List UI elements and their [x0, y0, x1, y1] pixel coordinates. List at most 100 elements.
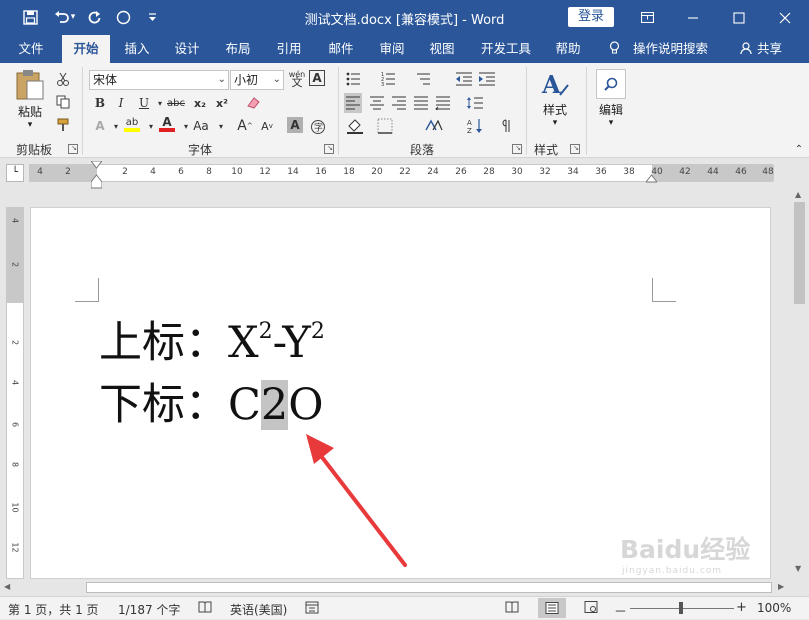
doc-line-subscript[interactable]: 下标：C2O	[99, 370, 324, 432]
login-button[interactable]: 登录	[568, 7, 614, 27]
align-left-icon[interactable]	[344, 93, 362, 113]
bold-button[interactable]: B	[91, 93, 109, 113]
align-right-icon[interactable]	[390, 93, 408, 113]
highlight-button[interactable]: ab	[123, 114, 141, 134]
paste-button[interactable]: 粘贴 ▾	[10, 69, 50, 130]
copy-icon[interactable]	[54, 92, 72, 112]
zoom-slider-thumb[interactable]	[679, 602, 683, 614]
clear-formatting-icon[interactable]	[244, 93, 262, 113]
shading-icon[interactable]	[346, 116, 364, 136]
multilevel-list-icon[interactable]	[416, 69, 434, 89]
close-icon[interactable]	[762, 0, 808, 35]
tab-references[interactable]: 引用	[268, 35, 310, 63]
tab-help[interactable]: 帮助	[547, 35, 589, 63]
ruler-tick-label: 2	[10, 261, 20, 268]
grow-font-button[interactable]: A ^	[236, 116, 254, 136]
print-layout-icon[interactable]	[538, 598, 566, 618]
tab-view[interactable]: 视图	[421, 35, 463, 63]
tab-mailings[interactable]: 邮件	[320, 35, 362, 63]
ribbon-display-icon[interactable]	[624, 0, 670, 35]
share-button[interactable]: 共享	[736, 35, 786, 63]
proofing-icon[interactable]	[198, 601, 212, 616]
circle-icon[interactable]	[111, 6, 135, 28]
svg-text:A: A	[541, 70, 561, 99]
cut-icon[interactable]	[54, 69, 72, 89]
crop-mark	[75, 278, 99, 302]
document-page[interactable]: 上标：X2-Y2 下标：C2O	[30, 207, 771, 579]
vertical-scroll-thumb[interactable]	[794, 202, 805, 304]
font-launcher-icon[interactable]: ↘	[324, 144, 334, 154]
char-shading-icon[interactable]: A	[287, 117, 303, 133]
show-marks-icon[interactable]	[498, 116, 516, 136]
change-case-button[interactable]: Aa	[192, 116, 210, 136]
save-icon[interactable]	[18, 6, 42, 28]
horizontal-ruler[interactable]: 4 2 2 4 6 8 10 12 14 16 18 20 22 24 26 28 30 32 34 36 38 40 42…	[29, 164, 774, 182]
superscript-button[interactable]: x²	[213, 93, 231, 113]
language-indicator[interactable]: 英语(美国)	[230, 601, 287, 618]
sort-icon[interactable]: AZ	[466, 116, 484, 136]
customize-icon[interactable]	[140, 6, 164, 28]
vertical-scrollbar[interactable]: ▲ ▼	[791, 188, 809, 579]
format-painter-icon[interactable]	[54, 115, 72, 135]
clipboard-launcher-icon[interactable]: ↘	[68, 144, 78, 154]
tab-home[interactable]: 开始	[62, 35, 110, 63]
scroll-left-icon[interactable]: ◀	[4, 582, 10, 591]
scroll-down-icon[interactable]: ▼	[795, 564, 801, 573]
align-center-icon[interactable]	[368, 93, 386, 113]
zoom-out-button[interactable]: －	[614, 601, 627, 620]
shrink-font-button[interactable]: Av	[258, 116, 276, 136]
justify-icon[interactable]	[412, 93, 430, 113]
scroll-right-icon[interactable]: ▶	[778, 582, 784, 591]
vertical-ruler[interactable]: 4 2 2 4 6 8 10 12	[6, 207, 24, 579]
numbering-icon[interactable]: 123	[381, 69, 399, 89]
accessibility-icon[interactable]	[305, 601, 319, 617]
paragraph-launcher-icon[interactable]: ↘	[512, 144, 522, 154]
page-count[interactable]: 第 1 页，共 1 页	[8, 601, 99, 618]
horizontal-scrollbar[interactable]: ◀ ▶	[0, 579, 791, 596]
maximize-icon[interactable]	[716, 0, 762, 35]
tab-design[interactable]: 设计	[166, 35, 208, 63]
italic-button[interactable]: I	[112, 93, 130, 113]
zoom-in-button[interactable]: +	[736, 600, 747, 615]
decrease-indent-icon[interactable]	[455, 69, 473, 89]
bullets-icon[interactable]	[346, 69, 364, 89]
tab-review[interactable]: 审阅	[371, 35, 413, 63]
font-color-button[interactable]: A	[158, 114, 176, 134]
font-name-combo[interactable]: 宋体 ⌄	[89, 70, 229, 90]
tab-developer[interactable]: 开发工具	[475, 35, 537, 63]
tab-file[interactable]: 文件	[8, 35, 54, 63]
styles-button[interactable]: A 样式 ▾	[533, 69, 577, 128]
doc-line-superscript[interactable]: 上标：X2-Y2	[99, 308, 325, 370]
lightbulb-icon	[609, 35, 623, 63]
tab-layout[interactable]: 布局	[217, 35, 259, 63]
zoom-level[interactable]: 100%	[757, 601, 791, 615]
phonetic-guide-icon[interactable]: wén 文	[288, 69, 306, 89]
borders-icon[interactable]	[376, 116, 394, 136]
subscript-button[interactable]: x₂	[191, 93, 209, 113]
indent-marker-icon[interactable]	[89, 160, 104, 192]
chinese-layout-icon[interactable]	[424, 116, 444, 136]
editing-button[interactable]: 编辑 ▾	[592, 69, 630, 128]
collapse-ribbon-icon[interactable]: ⌃	[790, 139, 808, 159]
distributed-icon[interactable]	[434, 93, 452, 113]
read-mode-icon[interactable]	[505, 601, 519, 616]
right-indent-marker-icon[interactable]	[644, 173, 659, 187]
web-layout-icon[interactable]	[584, 601, 598, 616]
strikethrough-button[interactable]: abc	[167, 93, 185, 113]
enclose-char-icon[interactable]: 字	[309, 117, 327, 137]
tab-selector-icon[interactable]: └	[6, 164, 24, 182]
word-count[interactable]: 1/187 个字	[118, 601, 180, 618]
font-size-combo[interactable]: 小初 ⌄	[230, 70, 284, 90]
styles-launcher-icon[interactable]: ↘	[570, 144, 580, 154]
line-spacing-icon[interactable]	[466, 93, 484, 113]
minimize-icon[interactable]	[670, 0, 716, 35]
tab-insert[interactable]: 插入	[116, 35, 158, 63]
change-case-dropdown-icon[interactable]: ▾	[212, 116, 230, 136]
increase-indent-icon[interactable]	[478, 69, 496, 89]
tell-me-search[interactable]: 操作说明搜索	[603, 35, 718, 63]
char-border-icon[interactable]: A	[309, 70, 325, 86]
undo-dropdown-icon[interactable]: ▾	[67, 6, 79, 28]
redo-icon[interactable]	[82, 6, 106, 28]
scroll-up-icon[interactable]: ▲	[795, 190, 801, 199]
horizontal-scroll-thumb[interactable]	[86, 582, 772, 593]
